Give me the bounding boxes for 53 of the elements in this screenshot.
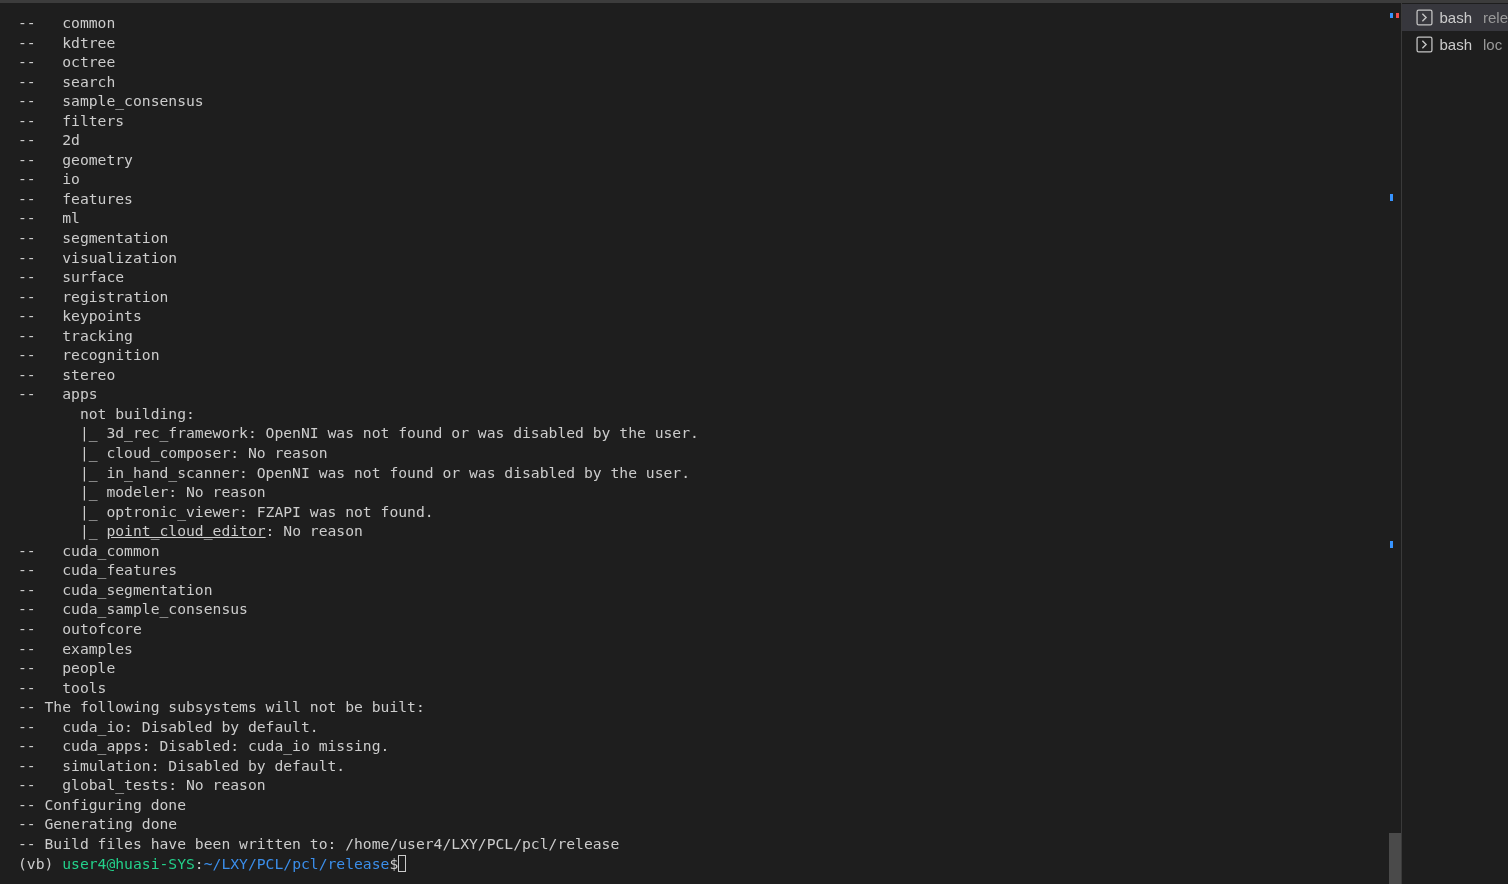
terminal-line: -- Generating done [18,814,178,834]
terminal-line: -- people [18,658,116,678]
terminal-line: |_ point_cloud_editor: No reason [78,521,363,541]
terminal-line: -- common [18,13,116,33]
terminal-line: -- segmentation [18,228,169,248]
terminal-line: -- sample_consensus [18,91,204,111]
terminal-icon [1416,36,1434,53]
terminal-line: -- recognition [18,345,160,365]
terminal-tab[interactable]: bash rele [1402,4,1508,31]
terminal-line: -- features [18,188,133,209]
terminal-line: -- cuda_features [18,560,178,580]
terminal-line: -- simulation: Disabled by default. [18,755,346,776]
terminal-icon [1416,9,1434,26]
terminal-line: -- tracking [18,325,133,346]
terminal-line: -- global_tests: No reason [18,775,266,795]
terminal-line: -- examples [18,638,133,659]
terminal-line: |_ 3d_rec_framework: OpenNI was not found or was disabled by the user. [78,423,699,444]
terminal-line: -- outofcore [18,618,142,639]
terminal-prompt: (vb) user4@huasi-SYS:~/LXY/PCL/pcl/release$ [18,853,399,874]
terminal-line: -- ml [18,208,80,228]
terminal-line: -- octree [18,52,116,72]
terminal-line: -- cuda_common [18,540,160,561]
terminal-line: -- cuda_apps: Disabled: cuda_io missing. [18,736,390,756]
terminal-line: |_ in_hand_scanner: OpenNI was not found or was disabled by the user. [78,462,691,483]
terminal-line: -- filters [18,110,125,131]
terminal-line: -- cuda_sample_consensus [18,599,248,619]
terminal-line: |_ cloud_composer: No reason [78,443,328,463]
terminal-line: -- cuda_io: Disabled by default. [18,716,319,737]
terminal-line: -- tools [18,677,107,698]
terminal-line: -- io [18,169,80,189]
terminal-line: -- apps [18,384,98,404]
terminal-line: not building: [78,403,195,424]
terminal-line: -- stereo [18,364,116,385]
terminal-line: |_ optronic_viewer: FZAPI was not found. [78,501,434,522]
terminal-line: -- keypoints [18,306,142,326]
cursor [398,854,407,872]
terminal-line: -- 2d [18,130,80,150]
terminal-line: |_ modeler: No reason [78,482,266,502]
terminal-line: -- Build files have been written to: /home/user4/LXY/PCL/pcl/release [18,833,620,854]
overview-mark [1390,194,1394,201]
terminal-tab[interactable]: bash loc [1402,31,1508,58]
terminal-link[interactable]: point_cloud_editor [106,522,266,540]
terminal-line: -- Configuring done [18,794,186,815]
scrollbar-thumb[interactable] [1389,833,1402,884]
terminal-line: -- surface [18,267,125,287]
terminal-line: -- cuda_segmentation [18,579,213,600]
terminal-line: -- registration [18,286,169,307]
overview-mark [1390,541,1394,548]
terminal-line: -- geometry [18,149,133,170]
terminal-line: -- visualization [18,247,178,268]
terminal-line: -- The following subsystems will not be built: [18,697,425,717]
terminal-line: -- search [18,71,116,92]
terminal-line: -- kdtree [18,32,116,53]
